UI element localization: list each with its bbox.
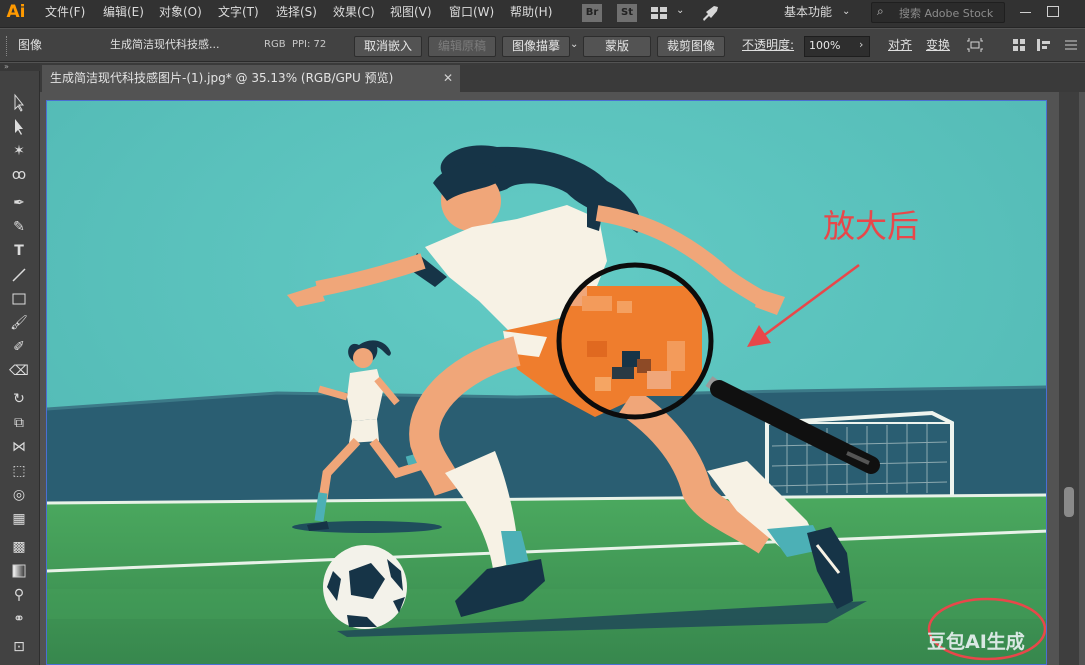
bridge-icon[interactable]: Br xyxy=(582,4,602,22)
ppi-value: PPI: 72 xyxy=(292,39,327,50)
menu-view[interactable]: 视图(V) xyxy=(390,4,432,20)
menu-bar: Ai 文件(F) 编辑(E) 对象(O) 文字(T) 选择(S) 效果(C) 视… xyxy=(0,0,1085,28)
eyedropper-tool-icon[interactable]: ⚲ xyxy=(9,585,29,605)
document-tab-title: 生成简洁现代科技感图片-(1).jpg* @ 35.13% (RGB/GPU 预… xyxy=(50,71,394,85)
line-segment-tool-icon[interactable] xyxy=(9,265,29,285)
tools-panel: » ✶ ꝏ ✒ ✎ T 🖌 ✐ ⌫ ↻ ⧉ ⋈ ⬚ ◎ ▦ ▩ ⚲ ⚭ ⊡ xyxy=(0,63,40,665)
grip-handle[interactable] xyxy=(6,36,9,56)
magnified-pixels xyxy=(562,286,702,396)
close-tab-icon[interactable]: ✕ xyxy=(443,65,453,92)
annotation-text: 放大后 xyxy=(823,207,920,245)
search-icon: ⌕ xyxy=(877,4,884,18)
symbol-sprayer-tool-icon[interactable]: ⊡ xyxy=(9,637,29,657)
illustrator-logo: Ai xyxy=(6,2,26,22)
type-tool-icon[interactable]: T xyxy=(9,241,29,261)
blend-tool-icon[interactable]: ⚭ xyxy=(9,609,29,629)
workspace-chevron-icon[interactable]: ⌄ xyxy=(842,4,850,20)
gradient-tool-icon[interactable] xyxy=(9,561,29,581)
mesh-tool-icon[interactable]: ▩ xyxy=(9,537,29,557)
control-bar: 图像 生成简洁现代科技感... RGB PPI: 72 取消嵌入 编辑原稿 图像… xyxy=(0,29,1085,62)
stadium-stands xyxy=(47,387,1046,503)
linked-filename[interactable]: 生成简洁现代科技感... xyxy=(110,37,220,53)
grass-field xyxy=(47,495,1046,664)
watermark-text: 豆包AI生成 xyxy=(927,631,1025,653)
workspace-switcher[interactable]: 基本功能 xyxy=(784,4,832,20)
soccer-ball xyxy=(323,545,407,629)
arrange-documents-icon[interactable] xyxy=(650,5,668,21)
free-transform-tool-icon[interactable]: ⬚ xyxy=(9,461,29,481)
menu-file[interactable]: 文件(F) xyxy=(45,4,85,20)
image-trace-chevron-icon[interactable]: ⌄ xyxy=(570,37,578,53)
menu-object[interactable]: 对象(O) xyxy=(159,4,202,20)
width-tool-icon[interactable]: ⋈ xyxy=(9,437,29,457)
crop-marks-icon[interactable] xyxy=(966,37,984,53)
mask-button[interactable]: 蒙版 xyxy=(583,36,651,57)
unembed-button[interactable]: 取消嵌入 xyxy=(354,36,422,57)
chevron-down-icon[interactable]: ⌄ xyxy=(676,3,684,19)
lasso-tool-icon[interactable]: ꝏ xyxy=(9,165,29,185)
color-mode: RGB xyxy=(264,39,286,50)
distribute-icon[interactable] xyxy=(1036,38,1054,52)
eraser-tool-icon[interactable]: ⌫ xyxy=(9,361,29,381)
stock-search-input[interactable]: ⌕ 搜索 Adobe Stock xyxy=(871,2,1005,23)
panel-menu-icon[interactable] xyxy=(1064,39,1078,51)
opacity-arrow-icon[interactable]: › xyxy=(859,38,863,51)
menu-effect[interactable]: 效果(C) xyxy=(333,4,375,20)
object-type-label: 图像 xyxy=(18,38,43,52)
gpu-performance-icon[interactable] xyxy=(700,4,720,22)
rectangle-tool-icon[interactable] xyxy=(9,289,29,309)
magic-wand-tool-icon[interactable]: ✶ xyxy=(9,141,29,161)
opacity-label[interactable]: 不透明度: xyxy=(742,37,794,53)
align-link[interactable]: 对齐 xyxy=(888,37,912,53)
minimize-icon[interactable] xyxy=(1020,12,1031,13)
paintbrush-tool-icon[interactable]: 🖌 xyxy=(9,313,29,333)
rotate-tool-icon[interactable]: ↻ xyxy=(9,389,29,409)
pen-tool-icon[interactable]: ✒ xyxy=(9,193,29,213)
panel-collapse-icon[interactable]: » xyxy=(0,63,40,71)
opacity-value: 100% xyxy=(809,39,841,52)
search-placeholder: 搜索 Adobe Stock xyxy=(899,7,994,20)
artboard-canvas[interactable]: 放大后 豆包AI生成 xyxy=(46,100,1047,665)
scale-tool-icon[interactable]: ⧉ xyxy=(9,413,29,433)
vertical-scrollbar[interactable] xyxy=(1059,92,1079,665)
shaper-tool-icon[interactable]: ✐ xyxy=(9,337,29,357)
image-trace-button[interactable]: 图像描摹 xyxy=(502,36,570,57)
placed-image xyxy=(47,101,1046,664)
stock-icon[interactable]: St xyxy=(617,4,637,22)
perspective-grid-tool-icon[interactable]: ▦ xyxy=(9,509,29,529)
crop-image-button[interactable]: 裁剪图像 xyxy=(657,36,725,57)
scrollbar-thumb[interactable] xyxy=(1064,487,1074,517)
document-tab[interactable]: 生成简洁现代科技感图片-(1).jpg* @ 35.13% (RGB/GPU 预… xyxy=(42,65,460,92)
direct-selection-tool-icon[interactable] xyxy=(9,117,29,137)
selection-tool-icon[interactable] xyxy=(9,93,29,113)
transform-link[interactable]: 变换 xyxy=(926,37,950,53)
opacity-field[interactable]: 100% › xyxy=(804,36,870,57)
menu-type[interactable]: 文字(T) xyxy=(218,4,259,20)
document-tab-bar: 生成简洁现代科技感图片-(1).jpg* @ 35.13% (RGB/GPU 预… xyxy=(40,63,1085,92)
menu-edit[interactable]: 编辑(E) xyxy=(103,4,144,20)
curvature-tool-icon[interactable]: ✎ xyxy=(9,217,29,237)
menu-window[interactable]: 窗口(W) xyxy=(449,4,494,20)
maximize-icon[interactable] xyxy=(1047,6,1059,17)
menu-select[interactable]: 选择(S) xyxy=(276,4,317,20)
menu-help[interactable]: 帮助(H) xyxy=(510,4,552,20)
shape-builder-tool-icon[interactable]: ◎ xyxy=(9,485,29,505)
align-grid-icon[interactable] xyxy=(1012,38,1026,52)
edit-original-button[interactable]: 编辑原稿 xyxy=(428,36,496,57)
